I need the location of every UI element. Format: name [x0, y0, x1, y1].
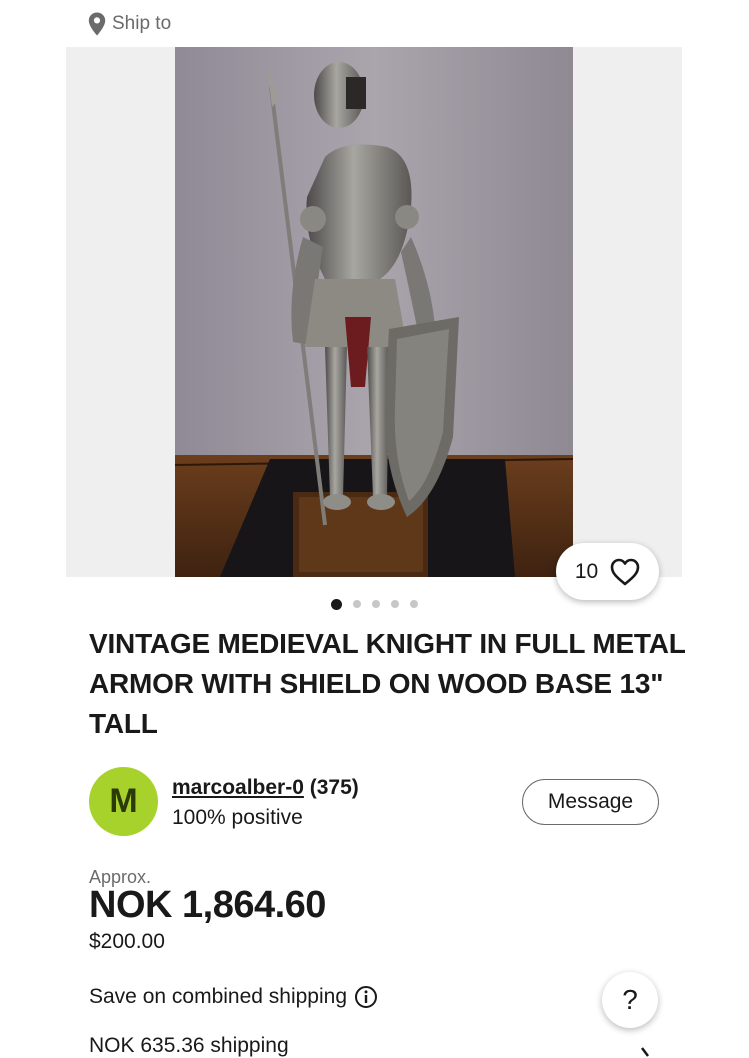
- ship-to-link[interactable]: Ship to: [88, 10, 171, 38]
- product-photo[interactable]: [175, 47, 573, 577]
- combined-shipping-label: Save on combined shipping: [89, 985, 348, 1008]
- watch-button[interactable]: 10: [556, 543, 659, 600]
- seller-info: marcoalber-0 (375): [172, 776, 359, 800]
- info-icon[interactable]: [354, 985, 378, 1009]
- seller-positive-rating: 100% positive: [172, 806, 303, 829]
- message-button[interactable]: Message: [522, 779, 659, 825]
- pagination-dot[interactable]: [391, 600, 399, 608]
- listing-title: VINTAGE MEDIEVAL KNIGHT IN FULL METAL AR…: [89, 628, 686, 739]
- chevron-right-icon[interactable]: [638, 1046, 654, 1058]
- original-price: $200.00: [89, 930, 165, 953]
- seller-avatar[interactable]: M: [89, 767, 158, 836]
- image-gallery[interactable]: [66, 47, 682, 577]
- pagination-dot[interactable]: [353, 600, 361, 608]
- avatar-initial: M: [109, 782, 138, 820]
- pagination-dot[interactable]: [410, 600, 418, 608]
- question-mark-icon: ?: [622, 984, 638, 1015]
- heart-icon: [610, 558, 640, 585]
- help-button[interactable]: ?: [602, 972, 658, 1028]
- location-pin-icon: [88, 12, 106, 36]
- pagination-dot[interactable]: [372, 600, 380, 608]
- seller-feedback-count: (375): [309, 776, 359, 799]
- listing-page: Ship to 10 VINTAGE MEDIEVAL KNIGHT IN FU…: [0, 0, 749, 1058]
- knight-figurine-image: [175, 47, 573, 577]
- ship-to-label: Ship to: [112, 13, 172, 34]
- converted-price: NOK 1,864.60: [89, 884, 326, 926]
- watch-count: 10: [574, 559, 599, 583]
- seller-name-link[interactable]: marcoalber-0: [172, 776, 304, 799]
- shipping-cost: NOK 635.36 shipping: [89, 1034, 289, 1057]
- gallery-pagination: [0, 598, 749, 610]
- combined-shipping-row[interactable]: Save on combined shipping: [89, 983, 378, 1011]
- pagination-dot[interactable]: [331, 598, 342, 610]
